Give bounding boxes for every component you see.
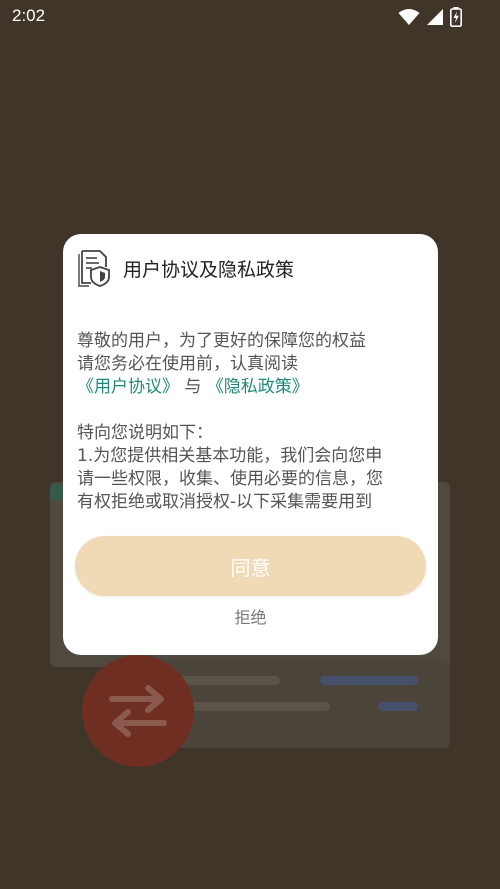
background-line — [378, 702, 418, 711]
battery-charging-icon — [450, 7, 462, 27]
explain-text: 有权拒绝或取消授权-以下采集需要用到 — [77, 492, 373, 512]
background-line — [320, 676, 418, 685]
explain-text: ... — [77, 514, 429, 524]
transfer-arrows-icon — [109, 685, 167, 737]
dialog-header: 用户协议及隐私政策 — [77, 248, 294, 288]
intro-text: 尊敬的用户，为了更好的保障您的权益 — [77, 331, 366, 351]
status-time: 2:02 — [12, 6, 46, 25]
explain-text: 1.为您提供相关基本功能，我们会向您申 — [77, 446, 383, 466]
intro-text: 请您务必在使用前，认真阅读 — [77, 354, 298, 374]
dialog-title: 用户协议及隐私政策 — [123, 258, 295, 281]
agree-button[interactable]: 同意 — [75, 536, 426, 596]
explain-heading: 特向您说明如下： — [77, 423, 213, 443]
privacy-policy-link[interactable]: 《隐私政策》 — [207, 377, 309, 397]
status-bar: 2:02 — [0, 0, 500, 34]
wifi-icon — [398, 9, 420, 25]
agreement-links-line: 《用户协议》 与 《隐私政策》 — [77, 376, 429, 399]
signal-icon — [427, 9, 443, 25]
and-text: 与 — [179, 377, 207, 397]
privacy-shield-document-icon — [78, 250, 110, 287]
explain-text: 请一些权限，收集、使用必要的信息，您 — [77, 469, 383, 489]
agreement-text-scroll[interactable]: 尊敬的用户，为了更好的保障您的权益 请您务必在使用前，认真阅读 《用户协议》 与… — [77, 330, 429, 524]
reject-button[interactable]: 拒绝 — [63, 605, 438, 631]
background-line — [180, 676, 280, 685]
transfer-circle — [82, 655, 194, 767]
privacy-dialog: 用户协议及隐私政策 尊敬的用户，为了更好的保障您的权益 请您务必在使用前，认真阅… — [63, 234, 438, 655]
background-line — [180, 702, 330, 711]
user-agreement-link[interactable]: 《用户协议》 — [77, 377, 179, 397]
